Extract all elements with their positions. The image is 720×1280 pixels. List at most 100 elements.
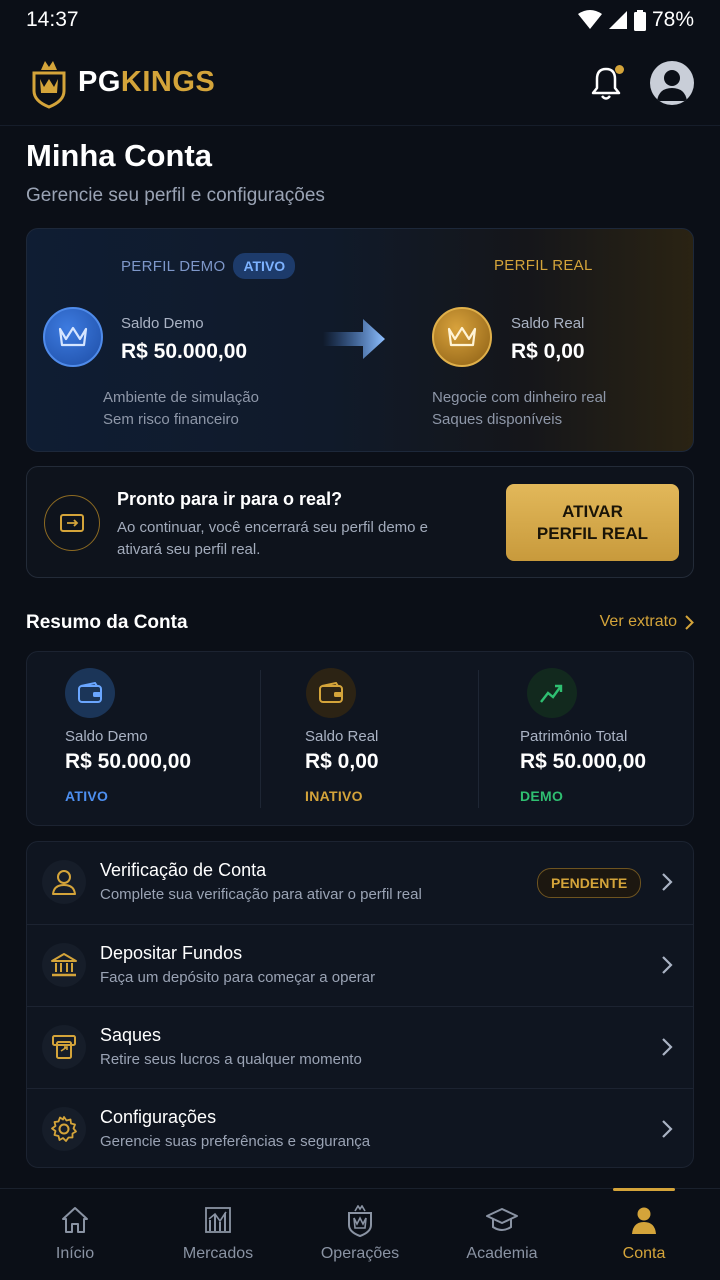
brand-pg: PG (78, 66, 121, 98)
nav-item-mercados[interactable]: Mercados (146, 1189, 290, 1280)
avatar[interactable] (650, 60, 694, 105)
summary-label: Saldo Real (305, 728, 379, 745)
cta-button-line1: ATIVAR (562, 501, 623, 521)
real-balance-value: R$ 0,00 (511, 340, 585, 363)
status-icons: 78% (577, 8, 694, 32)
user-silhouette-icon (657, 69, 687, 101)
notification-dot (615, 64, 624, 74)
nav-item-operacoes[interactable]: Operações (288, 1189, 432, 1280)
summary-label: Saldo Demo (65, 728, 148, 745)
markets-icon (205, 1207, 231, 1233)
crown-shield-icon (32, 60, 66, 109)
account-icon (632, 1207, 656, 1234)
menu-item-subtitle: Faça um depósito para começar a operar (100, 969, 376, 986)
nav-label: Mercados (182, 1245, 254, 1262)
brand-kings: KINGS (120, 66, 216, 98)
chevron-right-icon (685, 614, 694, 630)
home-icon (62, 1207, 88, 1233)
menu-item-title: Configurações (100, 1107, 217, 1127)
cta-description: Ao continuar, você encerrará seu perfil … (117, 519, 429, 558)
real-crown-icon (432, 307, 492, 367)
summary-label: Patrimônio Total (520, 728, 628, 745)
summary-value: R$ 50.000,00 (65, 750, 192, 773)
menu-item-title: Depositar Fundos (100, 943, 243, 963)
menu-item-settings[interactable]: Configurações Gerencie suas preferências… (27, 1088, 693, 1167)
demo-profile-label: PERFIL DEMO (121, 257, 226, 275)
status-time: 14:37 (26, 8, 79, 31)
demo-balance-label: Saldo Demo (121, 315, 204, 332)
battery-icon (633, 9, 646, 31)
account-summary-card: Saldo Demo R$ 50.000,00 ATIVO Saldo Real… (26, 651, 694, 826)
account-menu: Verificação de Conta Complete sua verifi… (26, 841, 694, 1168)
summary-status: DEMO (520, 788, 564, 804)
summary-value: R$ 50.000,00 (520, 750, 647, 773)
status-bar: 14:37 78% (0, 0, 720, 40)
cta-button-line2: PERFIL REAL (536, 523, 649, 543)
page-subtitle: Gerencie seu perfil e configurações (26, 185, 325, 206)
real-desc-line2: Saques disponíveis (432, 411, 563, 428)
chevron-right-icon (662, 873, 673, 891)
summary-value: R$ 0,00 (305, 750, 379, 773)
header-actions (590, 60, 694, 105)
chevron-right-icon (662, 956, 673, 974)
chart-growth-icon (527, 668, 577, 718)
demo-desc-line2: Sem risco financeiro (103, 411, 239, 428)
summary-demo[interactable]: Saldo Demo R$ 50.000,00 ATIVO (27, 652, 260, 827)
summary-total[interactable]: Patrimônio Total R$ 50.000,00 DEMO (479, 652, 695, 827)
wallet-icon (306, 668, 356, 718)
real-description: Negocie com dinheiro real Saques disponí… (432, 387, 606, 431)
chevron-right-icon (662, 1038, 673, 1056)
summary-status: INATIVO (305, 788, 363, 804)
cell-signal-icon (608, 11, 627, 29)
menu-item-title: Saques (100, 1025, 162, 1045)
cta-title: Pronto para ir para o real? (117, 489, 343, 509)
chevron-right-icon (662, 1120, 673, 1138)
menu-item-subtitle: Complete sua verificação para ativar o p… (100, 886, 422, 903)
summary-status: ATIVO (65, 788, 109, 804)
gear-icon (42, 1107, 86, 1151)
activate-real-card: Pronto para ir para o real? Ao continuar… (26, 466, 694, 578)
menu-item-subtitle: Retire seus lucros a qualquer momento (100, 1051, 362, 1068)
arrow-right-icon (323, 319, 385, 359)
wifi-icon (577, 10, 602, 29)
view-statement-link[interactable]: Ver extrato (600, 613, 694, 631)
menu-item-verification[interactable]: Verificação de Conta Complete sua verifi… (27, 842, 693, 923)
page-title: Minha Conta (26, 138, 212, 173)
notifications-button[interactable] (590, 64, 624, 101)
ticket-icon (44, 495, 100, 551)
summary-real[interactable]: Saldo Real R$ 0,00 INATIVO (261, 652, 478, 827)
nav-item-conta[interactable]: Conta (572, 1189, 716, 1280)
withdraw-icon (42, 1025, 86, 1069)
real-desc-line1: Negocie com dinheiro real (432, 389, 607, 406)
demo-profile-header: PERFIL DEMO ATIVO (121, 253, 296, 279)
summary-title: Resumo da Conta (26, 612, 188, 633)
demo-desc-line1: Ambiente de simulação (103, 389, 259, 406)
nav-label: Academia (466, 1245, 538, 1262)
user-icon (42, 860, 86, 904)
menu-item-title: Verificação de Conta (100, 860, 267, 880)
activate-real-profile-button[interactable]: ATIVAR PERFIL REAL (506, 484, 679, 561)
status-badge: PENDENTE (537, 868, 642, 898)
demo-balance-value: R$ 50.000,00 (121, 340, 248, 363)
demo-description: Ambiente de simulação Sem risco financei… (103, 387, 259, 431)
graduation-cap-icon (486, 1208, 518, 1231)
operations-icon (348, 1205, 372, 1237)
demo-crown-icon (43, 307, 103, 367)
brand-logo[interactable]: PGKINGS (30, 57, 215, 109)
active-tab-indicator (613, 1188, 675, 1191)
battery-percent: 78% (651, 8, 694, 31)
nav-label: Operações (320, 1245, 400, 1262)
menu-item-withdrawals[interactable]: Saques Retire seus lucros a qualquer mom… (27, 1006, 693, 1087)
nav-label: Conta (622, 1245, 666, 1262)
nav-item-inicio[interactable]: Início (3, 1189, 147, 1280)
brand-name: PGKINGS (78, 66, 215, 99)
nav-item-academia[interactable]: Academia (430, 1189, 574, 1280)
bottom-navigation: Início Mercados Operações Academia Conta (0, 1188, 720, 1280)
menu-item-subtitle: Gerencie suas preferências e segurança (100, 1133, 371, 1150)
app-header: PGKINGS (0, 40, 720, 126)
menu-item-deposit[interactable]: Depositar Fundos Faça um depósito para c… (27, 924, 693, 1005)
bank-icon (42, 943, 86, 987)
status-badge: ATIVO (233, 253, 296, 279)
nav-label: Início (55, 1245, 95, 1262)
view-statement-label: Ver extrato (599, 613, 677, 630)
